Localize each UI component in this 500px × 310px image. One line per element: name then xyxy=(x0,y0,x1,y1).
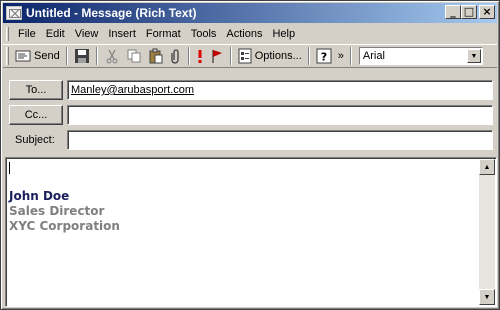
copy-button[interactable] xyxy=(123,46,145,66)
save-button[interactable] xyxy=(71,46,93,66)
minimize-button[interactable]: _ xyxy=(445,5,461,19)
text-caret xyxy=(9,162,10,174)
cut-button[interactable] xyxy=(101,46,123,66)
menu-grip[interactable] xyxy=(6,27,9,41)
message-window: Untitled - Message (Rich Text) _ □ × Fil… xyxy=(0,0,500,310)
standard-toolbar: Send Options... ? » Arial ▼ xyxy=(3,44,497,68)
close-button[interactable]: × xyxy=(479,5,495,19)
window-controls: _ □ × xyxy=(445,5,495,19)
help-icon: ? xyxy=(316,48,332,64)
toolbar-separator xyxy=(95,47,98,65)
toolbar-separator xyxy=(65,47,68,65)
to-recipient[interactable]: Manley@arubasport.com xyxy=(71,84,194,96)
cut-icon xyxy=(104,48,120,64)
maximize-button[interactable]: □ xyxy=(461,5,477,19)
font-name-select[interactable]: Arial ▼ xyxy=(358,47,483,65)
title-bar[interactable]: Untitled - Message (Rich Text) _ □ × xyxy=(3,3,497,23)
options-button[interactable]: Options... xyxy=(235,46,305,66)
scroll-up-button[interactable]: ▲ xyxy=(479,159,495,175)
toolbar-overflow-button[interactable]: » xyxy=(335,46,347,66)
paste-icon xyxy=(148,48,164,64)
menu-actions[interactable]: Actions xyxy=(221,28,267,40)
to-button[interactable]: To... xyxy=(9,80,63,100)
menu-edit[interactable]: Edit xyxy=(41,28,70,40)
svg-text:?: ? xyxy=(321,51,327,64)
attach-button[interactable] xyxy=(167,46,185,66)
importance-high-button[interactable] xyxy=(193,46,207,66)
options-label: Options... xyxy=(254,50,302,62)
menu-bar: File Edit View Insert Format Tools Actio… xyxy=(3,25,497,43)
cc-button[interactable]: Cc... xyxy=(9,105,63,125)
menu-help[interactable]: Help xyxy=(267,28,300,40)
attach-icon xyxy=(170,48,182,64)
menu-format[interactable]: Format xyxy=(141,28,186,40)
importance-icon xyxy=(196,48,204,64)
cc-row: Cc... xyxy=(3,104,497,126)
font-name-value: Arial xyxy=(362,50,385,62)
toolbar-separator xyxy=(229,47,232,65)
help-button[interactable]: ? xyxy=(313,46,335,66)
envelope-icon xyxy=(6,6,22,20)
send-label: Send xyxy=(34,50,60,62)
options-icon xyxy=(238,48,252,64)
window-title: Untitled - Message (Rich Text) xyxy=(26,6,197,20)
vertical-scrollbar[interactable]: ▲ ▼ xyxy=(479,159,495,305)
chevron-down-icon[interactable]: ▼ xyxy=(466,49,481,63)
signature-company: XYC Corporation xyxy=(9,219,120,233)
flag-icon xyxy=(210,48,224,64)
menu-view[interactable]: View xyxy=(70,28,104,40)
signature-block: John Doe Sales Director XYC Corporation xyxy=(9,189,120,234)
menu-insert[interactable]: Insert xyxy=(103,28,141,40)
to-field[interactable]: Manley@arubasport.com xyxy=(67,80,493,100)
toolbar-separator xyxy=(349,47,352,65)
message-header: To... Manley@arubasport.com Cc... Subjec… xyxy=(3,71,497,155)
signature-name: John Doe xyxy=(9,189,70,203)
subject-label: Subject: xyxy=(15,134,55,146)
message-body[interactable]: John Doe Sales Director XYC Corporation … xyxy=(5,157,497,307)
paste-button[interactable] xyxy=(145,46,167,66)
flag-button[interactable] xyxy=(207,46,227,66)
to-row: To... Manley@arubasport.com xyxy=(3,79,497,101)
chevron-right-icon: » xyxy=(337,50,344,62)
toolbar-separator xyxy=(307,47,310,65)
cc-field[interactable] xyxy=(67,105,493,125)
save-icon xyxy=(74,48,90,64)
toolbar-separator xyxy=(187,47,190,65)
subject-field[interactable] xyxy=(67,130,493,150)
scroll-down-button[interactable]: ▼ xyxy=(479,289,495,305)
send-button[interactable]: Send xyxy=(12,46,63,66)
copy-icon xyxy=(126,48,142,64)
menu-file[interactable]: File xyxy=(13,28,41,40)
signature-title: Sales Director xyxy=(9,204,105,218)
send-icon xyxy=(15,49,31,63)
menu-tools[interactable]: Tools xyxy=(186,28,222,40)
toolbar-grip[interactable] xyxy=(6,47,9,65)
subject-row: Subject: xyxy=(3,129,497,151)
